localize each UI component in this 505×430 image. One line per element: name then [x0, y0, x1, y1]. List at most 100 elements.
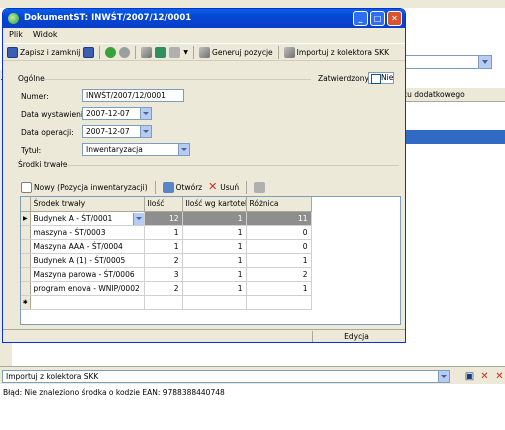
- column-header-qty[interactable]: Ilość: [144, 197, 183, 212]
- print-icon[interactable]: [169, 46, 181, 58]
- table-row[interactable]: Budynek A (1) - ŚT/0005 2 1 1: [21, 253, 312, 268]
- back-icon[interactable]: [105, 46, 117, 58]
- sheet-icon[interactable]: [155, 46, 167, 58]
- background-selected-row[interactable]: [400, 130, 505, 144]
- number-field[interactable]: INWŚT/2007/12/0001: [82, 89, 184, 102]
- new-document-icon: [21, 181, 32, 193]
- cell-diff[interactable]: 11: [246, 211, 312, 226]
- cell-qty-card[interactable]: 1: [182, 267, 247, 282]
- issue-date-field[interactable]: 2007-12-07: [82, 107, 152, 120]
- generate-button[interactable]: Generuj pozycje: [199, 46, 273, 58]
- asset-combo[interactable]: Budynek A - ŚT/0001: [34, 212, 143, 224]
- import-button[interactable]: Importuj z kolektora SKK: [283, 46, 389, 58]
- cell-empty[interactable]: [30, 295, 145, 310]
- chevron-down-icon[interactable]: [132, 212, 143, 224]
- maximize-button[interactable]: □: [370, 11, 385, 26]
- title-bar[interactable]: DokumentST: INWŚT/2007/12/0001 _ □ ✕: [3, 9, 405, 28]
- save-icon[interactable]: ▣: [464, 371, 475, 382]
- cell-qty[interactable]: 1: [144, 225, 183, 240]
- delete-icon[interactable]: ✕: [494, 371, 505, 382]
- column-header-asset[interactable]: Środek trwały: [30, 197, 145, 212]
- tools-icon[interactable]: [141, 46, 153, 58]
- title-field[interactable]: Inwentaryzacja: [82, 143, 190, 156]
- row-indicator-icon: ▶: [21, 211, 31, 226]
- table-row[interactable]: program enova - WNIP/0002 2 1 1: [21, 281, 312, 296]
- approved-checkbox[interactable]: Nie: [368, 72, 394, 84]
- background-combo[interactable]: [400, 55, 492, 69]
- toolbar-separator: [135, 45, 137, 59]
- toolbar-separator: [154, 180, 156, 194]
- cell-qty-card[interactable]: 1: [182, 225, 247, 240]
- op-date-field[interactable]: 2007-12-07: [82, 125, 152, 138]
- toolbar-separator: [277, 45, 279, 59]
- column-header-qty-card[interactable]: Ilość wg kartoteki: [182, 197, 247, 212]
- cell-asset[interactable]: Maszyna parowa - ŚT/0006: [30, 267, 145, 282]
- table-row[interactable]: ▶ Budynek A - ŚT/0001 12 1 11: [21, 211, 312, 226]
- open-button[interactable]: Otwórz: [162, 181, 202, 193]
- cell-diff[interactable]: 2: [246, 267, 312, 282]
- cell-asset[interactable]: maszyna - ŚT/0003: [30, 225, 145, 240]
- table-row[interactable]: Maszyna AAA - ŚT/0004 1 1 0: [21, 239, 312, 254]
- background-toolbar: [0, 0, 505, 8]
- cell-qty[interactable]: 2: [144, 253, 183, 268]
- status-bar: Edycja: [3, 329, 405, 342]
- delete-label: Usuń: [220, 182, 240, 192]
- window-title: DokumentST: INWŚT/2007/12/0001: [24, 13, 192, 23]
- cell-asset[interactable]: program enova - WNIP/0002: [30, 281, 145, 296]
- approved-label: Zatwierdzony:: [318, 74, 371, 83]
- chevron-down-icon[interactable]: [438, 371, 449, 382]
- cell-qty[interactable]: 3: [144, 267, 183, 282]
- cell-qty[interactable]: 1: [144, 239, 183, 254]
- forward-icon[interactable]: [119, 46, 131, 58]
- menu-plik[interactable]: Plik: [9, 30, 23, 40]
- copy-icon[interactable]: [254, 181, 266, 193]
- cell-qty-card[interactable]: 1: [182, 211, 247, 226]
- chevron-down-icon[interactable]: [178, 144, 189, 155]
- general-group-line: [43, 79, 311, 80]
- cell-qty[interactable]: 2: [144, 281, 183, 296]
- cell-asset[interactable]: Budynek A (1) - ŚT/0005: [30, 253, 145, 268]
- cell-asset[interactable]: Budynek A - ŚT/0001: [30, 211, 145, 226]
- cell-asset[interactable]: Maszyna AAA - ŚT/0004: [30, 239, 145, 254]
- cell-qty-card[interactable]: 1: [182, 253, 247, 268]
- menu-widok[interactable]: Widok: [33, 30, 58, 40]
- row-indicator: [21, 253, 31, 268]
- cell-diff[interactable]: 1: [246, 281, 312, 296]
- row-indicator: [21, 267, 31, 282]
- issue-date-label: Data wystawienia:: [21, 110, 91, 119]
- new-item-button[interactable]: Nowy (Pozycja inwentaryzacji): [21, 181, 148, 193]
- chevron-down-icon[interactable]: [478, 56, 491, 68]
- cell-qty[interactable]: 12: [144, 211, 183, 226]
- cell-empty[interactable]: [246, 295, 312, 310]
- bottom-combo[interactable]: Importuj z kolektora SKK: [2, 370, 450, 383]
- general-group-label: Ogólne: [18, 74, 45, 83]
- minimize-button[interactable]: _: [353, 11, 368, 26]
- cell-diff[interactable]: 0: [246, 225, 312, 240]
- cell-empty[interactable]: [144, 295, 183, 310]
- chevron-down-icon[interactable]: ▼: [183, 49, 188, 56]
- cell-diff[interactable]: 1: [246, 253, 312, 268]
- cell-qty-card[interactable]: 1: [182, 281, 247, 296]
- save-icon[interactable]: [83, 46, 95, 58]
- issue-date-value: 2007-12-07: [86, 109, 130, 118]
- title-label: Tytuł:: [21, 146, 42, 155]
- close-button[interactable]: ✕: [387, 11, 402, 26]
- assets-grid[interactable]: Środek trwały Ilość Ilość wg kartoteki R…: [20, 196, 401, 325]
- save-close-button[interactable]: Zapisz i zamknij: [7, 46, 80, 58]
- delete-button[interactable]: ✕ Usuń: [207, 181, 240, 193]
- cell-qty-card[interactable]: 1: [182, 239, 247, 254]
- title-value: Inwentaryzacja: [86, 145, 143, 154]
- column-header-diff[interactable]: Różnica: [246, 197, 312, 212]
- chevron-down-icon[interactable]: [140, 108, 151, 119]
- bottom-combo-value: Importuj z kolektora SKK: [6, 372, 99, 381]
- row-indicator: [21, 239, 31, 254]
- table-row[interactable]: maszyna - ŚT/0003 1 1 0: [21, 225, 312, 240]
- generate-label: Generuj pozycje: [212, 47, 273, 57]
- chevron-down-icon[interactable]: [140, 126, 151, 137]
- cell-empty[interactable]: [182, 295, 247, 310]
- cell-diff[interactable]: 0: [246, 239, 312, 254]
- table-row[interactable]: Maszyna parowa - ŚT/0006 3 1 2: [21, 267, 312, 282]
- new-row[interactable]: ✱: [21, 295, 312, 310]
- close-icon[interactable]: ✕: [479, 371, 490, 382]
- save-icon: [7, 46, 18, 58]
